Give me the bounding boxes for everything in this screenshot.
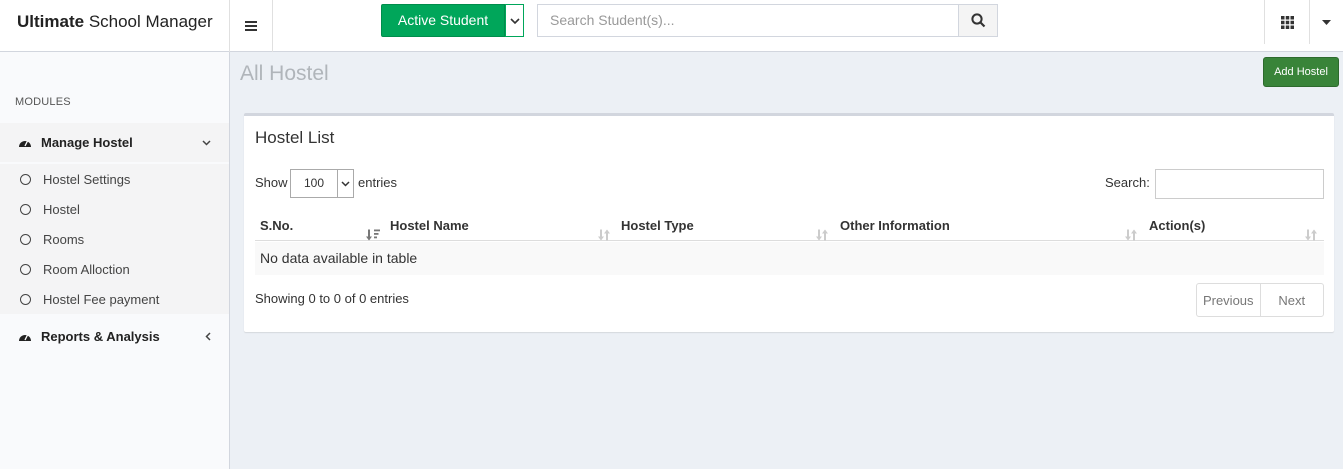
sidebar-group-manage-hostel[interactable]: Manage Hostel [0,123,229,162]
table-info-text: Showing 0 to 0 of 0 entries [255,291,409,306]
column-header-actions[interactable]: Action(s) [1149,211,1205,241]
sidebar-item-room-allocation[interactable]: Room Alloction [0,254,229,284]
chevron-down-icon [509,17,520,24]
top-navbar: Ultimate School Manager Active Student S… [0,0,1343,52]
apps-grid-button[interactable] [1264,0,1310,44]
table-search-input[interactable] [1155,169,1324,199]
column-header-sno[interactable]: S.No. [260,211,293,241]
search-icon [970,13,985,28]
sidebar-item-rooms[interactable]: Rooms [0,224,229,254]
chevron-left-icon [205,332,211,341]
user-menu-toggle[interactable] [1310,0,1343,44]
sidebar-group-label: Manage Hostel [41,135,133,150]
entries-per-page-select[interactable]: 100 [290,169,354,198]
sidebar-group-label: Reports & Analysis [41,329,160,344]
sidebar: MODULES Manage Hostel Hostel Settings Ho… [0,52,230,469]
show-label: Show [255,175,288,190]
chevron-down-icon [202,139,211,146]
hamburger-icon [245,25,257,27]
column-header-hostel-name[interactable]: Hostel Name [390,211,469,241]
circle-icon [20,233,31,245]
brand-bold: Ultimate [17,12,85,31]
page-title: All Hostel [240,62,329,85]
sidebar-item-hostel-fee-payment[interactable]: Hostel Fee payment [0,284,229,314]
column-header-hostel-type[interactable]: Hostel Type [621,211,694,241]
dashboard-icon [19,140,31,147]
add-hostel-button[interactable]: Add Hostel [1263,57,1339,87]
grid-icon [1280,15,1294,29]
active-student-dropdown-toggle[interactable] [505,4,524,37]
table-row-empty: No data available in table [255,242,1324,275]
sidebar-item-hostel[interactable]: Hostel [0,194,229,224]
box-title: Hostel List [255,128,335,147]
circle-icon [20,293,31,305]
column-header-other-information[interactable]: Other Information [840,211,950,241]
sidebar-item-label: Rooms [43,231,85,247]
pagination-next-button[interactable]: Next [1259,284,1324,316]
circle-icon [20,173,31,185]
sidebar-item-label: Hostel Fee payment [43,291,160,307]
pagination-previous-button[interactable]: Previous [1197,284,1260,316]
entries-select-value: 100 [304,176,325,190]
active-student-button[interactable]: Active Student [381,4,505,37]
search-button[interactable] [958,4,998,37]
sidebar-section-label: MODULES [15,96,71,108]
sidebar-toggle-button[interactable] [230,0,273,52]
sidebar-item-hostel-settings[interactable]: Hostel Settings [0,164,229,194]
circle-icon [20,263,31,275]
caret-down-icon [1322,19,1331,25]
sidebar-item-label: Hostel Settings [43,171,131,187]
dashboard-icon [19,334,31,341]
circle-icon [20,203,31,215]
table-search-label: Search: [1105,175,1150,190]
sidebar-item-label: Hostel [43,201,80,217]
brand-logo[interactable]: Ultimate School Manager [0,0,230,52]
pagination: Previous Next [1196,283,1324,317]
student-search-input[interactable]: Search Student(s)... [537,4,959,37]
chevron-down-icon [337,170,353,197]
brand-rest: School Manager [88,12,213,31]
hostel-list-box: Hostel List Show 100 entries Search: S.N… [244,113,1334,332]
sidebar-item-label: Room Alloction [43,261,130,277]
sidebar-group-reports-analysis[interactable]: Reports & Analysis [0,317,229,356]
table-header: S.No. Hostel Name Hostel Type Other Info… [255,211,1324,241]
entries-label: entries [358,175,398,190]
